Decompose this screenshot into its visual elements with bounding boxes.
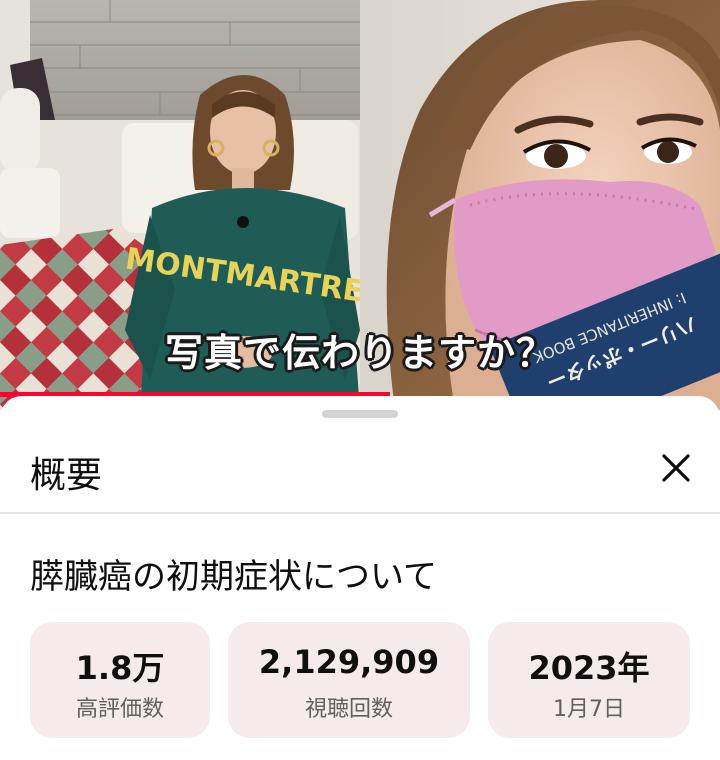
description-sheet: 概要 膵臓癌の初期症状について 1.8万 高評価数 2,129,909 視聴回数…	[0, 396, 720, 760]
likes-stat: 1.8万 高評価数	[30, 622, 210, 738]
upload-day: 1月7日	[553, 697, 625, 722]
views-stat: 2,129,909 視聴回数	[228, 622, 470, 738]
video-title: 膵臓癌の初期症状について	[30, 557, 437, 597]
divider	[0, 512, 720, 514]
upload-date-stat: 2023年 1月7日	[488, 622, 690, 738]
drag-handle[interactable]	[322, 410, 398, 418]
views-count: 2,129,909	[258, 643, 440, 681]
likes-label: 高評価数	[75, 697, 164, 722]
video-caption: 写真で伝わりますか？	[164, 331, 555, 375]
close-icon	[662, 454, 690, 482]
close-button[interactable]	[648, 440, 704, 496]
video-player[interactable]: MONTMARTRE I: INHERITANCE BOOK I ハリー・ポッタ…	[0, 0, 720, 410]
upload-year: 2023年	[528, 649, 650, 687]
views-label: 視聴回数	[304, 697, 393, 722]
likes-count: 1.8万	[75, 649, 165, 687]
sheet-title: 概要	[30, 455, 103, 496]
